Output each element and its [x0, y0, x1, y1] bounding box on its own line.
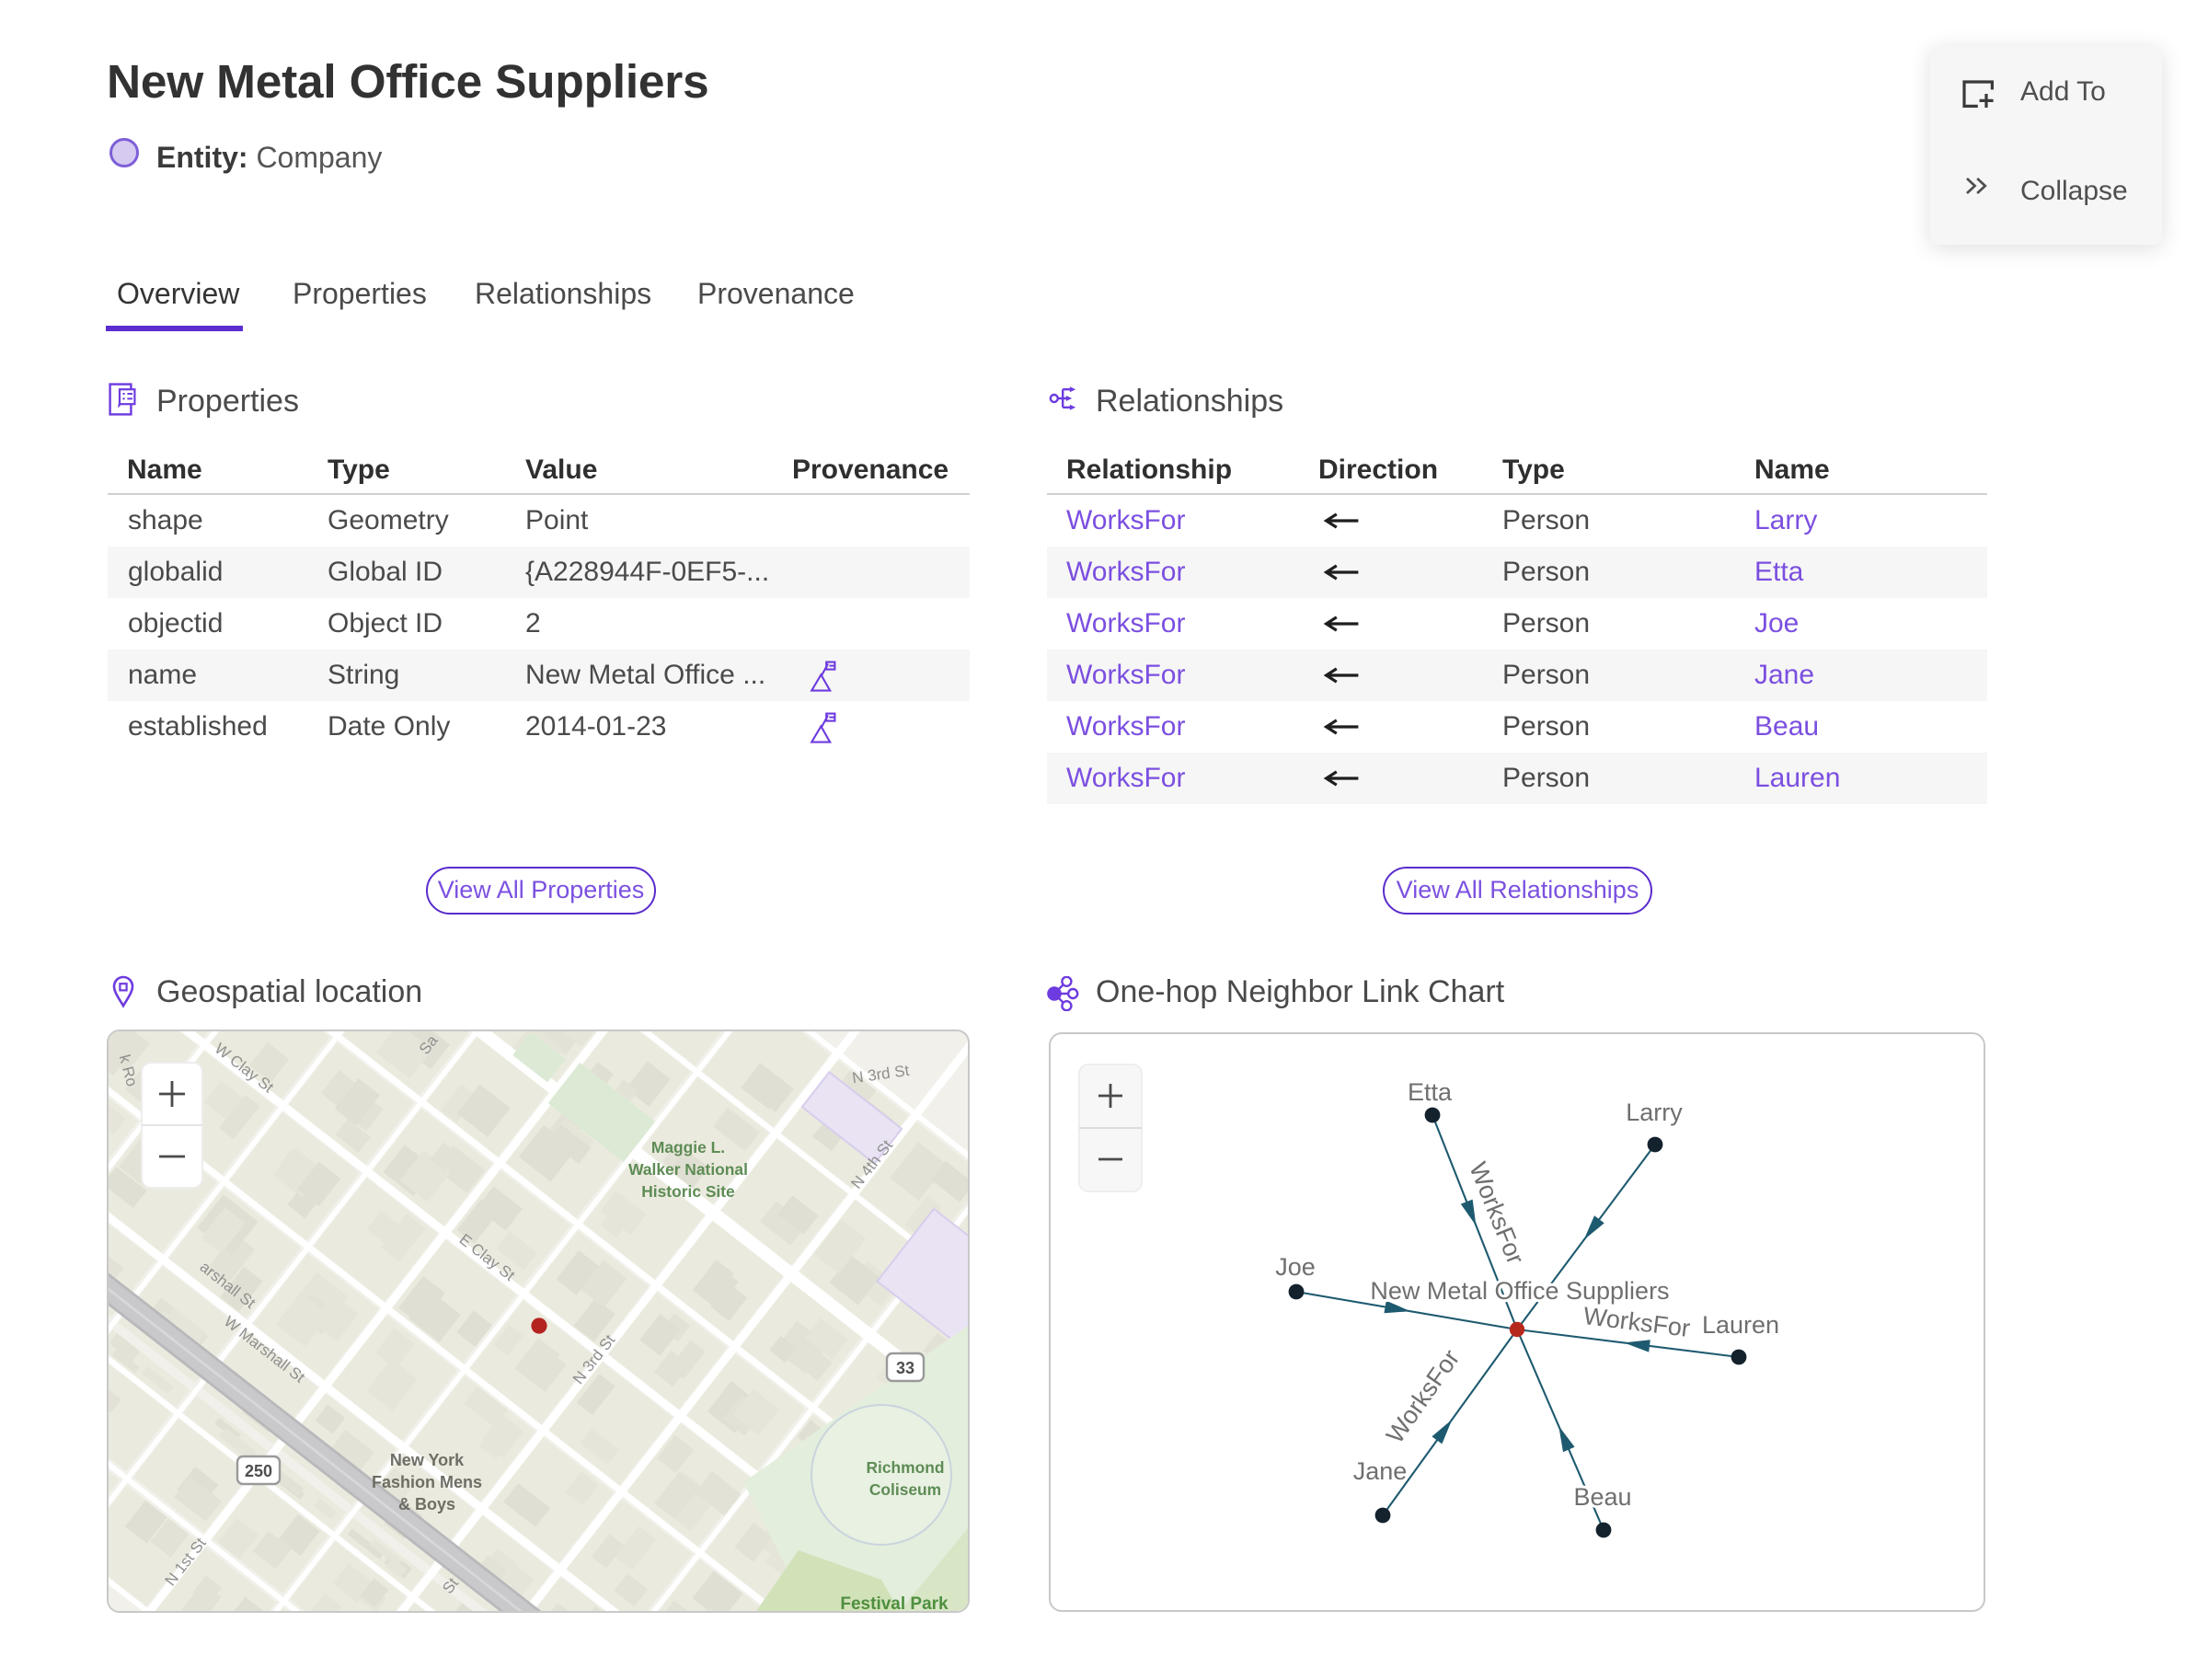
svg-text:WorksFor: WorksFor: [1581, 1302, 1691, 1342]
svg-text:33: 33: [896, 1359, 914, 1377]
svg-text:250: 250: [245, 1462, 272, 1480]
svg-text:Walker National: Walker National: [628, 1160, 748, 1179]
svg-text:& Boys: & Boys: [398, 1495, 455, 1513]
svg-text:Etta: Etta: [1408, 1078, 1453, 1106]
svg-text:Richmond: Richmond: [866, 1458, 944, 1477]
svg-text:Jane: Jane: [1353, 1457, 1408, 1485]
svg-text:Coliseum: Coliseum: [869, 1480, 941, 1499]
svg-text:Lauren: Lauren: [1702, 1311, 1779, 1339]
svg-text:Historic Site: Historic Site: [641, 1182, 735, 1201]
svg-text:New Metal Office Suppliers: New Metal Office Suppliers: [1370, 1277, 1669, 1305]
svg-text:New York: New York: [390, 1451, 465, 1469]
svg-text:Beau: Beau: [1573, 1483, 1631, 1511]
svg-text:Joe: Joe: [1275, 1253, 1316, 1281]
svg-text:WorksFor: WorksFor: [1381, 1345, 1465, 1449]
svg-text:Larry: Larry: [1626, 1099, 1683, 1126]
svg-text:Festival Park: Festival Park: [840, 1594, 949, 1611]
svg-text:Fashion Mens: Fashion Mens: [372, 1473, 482, 1491]
svg-text:Maggie L.: Maggie L.: [651, 1138, 725, 1156]
